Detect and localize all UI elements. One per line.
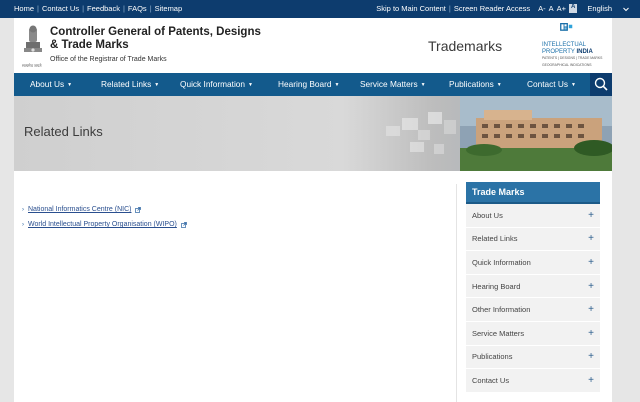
plus-icon: + bbox=[588, 351, 594, 363]
contact-us-link[interactable]: Contact Us bbox=[42, 4, 79, 13]
separator: | bbox=[37, 4, 39, 13]
sidebar-item-label: Quick Information bbox=[472, 257, 531, 267]
nav-label: Contact Us bbox=[527, 79, 569, 89]
separator: | bbox=[448, 4, 451, 13]
sidebar-item-label: Contact Us bbox=[472, 375, 510, 385]
ipi-small: PATENTS | DESIGNS | TRADE MARKS GEOGRAPH… bbox=[542, 56, 603, 67]
banner-title: Related Links bbox=[24, 124, 103, 139]
caret-down-icon: ▼ bbox=[496, 82, 502, 88]
nav-label: Related Links bbox=[101, 79, 152, 89]
separator: | bbox=[122, 4, 125, 13]
language-select[interactable]: English bbox=[587, 4, 612, 13]
separator: | bbox=[82, 4, 85, 13]
ipi-line2: PROPERTY bbox=[542, 48, 575, 55]
font-increase-button[interactable]: A+ bbox=[557, 4, 566, 13]
sidebar-item-other-information[interactable]: Other Information + bbox=[466, 298, 600, 322]
site-header: सत्यमेव जयते Controller General of Paten… bbox=[14, 18, 612, 73]
nav-item-related-links[interactable]: Related Links ▼ bbox=[101, 79, 159, 89]
nic-link[interactable]: National Informatics Centre (NIC) bbox=[28, 206, 131, 213]
plus-icon: + bbox=[588, 374, 594, 386]
sidebar-item-label: About Us bbox=[472, 210, 503, 220]
plus-icon: + bbox=[588, 304, 594, 316]
caret-down-icon: ▼ bbox=[154, 82, 160, 88]
main-nav: About Us ▼ Related Links ▼ Quick Informati… bbox=[14, 73, 612, 96]
nav-item-publications[interactable]: Publications ▼ bbox=[449, 79, 502, 89]
utility-links: Home | Contact Us | Feedback | FAQs | Sitema… bbox=[14, 4, 182, 13]
nav-item-about-us[interactable]: About Us ▼ bbox=[30, 79, 72, 89]
nav-label: Quick Information bbox=[180, 79, 246, 89]
external-link-icon bbox=[135, 206, 142, 213]
sidebar-item-publications[interactable]: Publications + bbox=[466, 345, 600, 370]
page-banner: Related Links bbox=[14, 96, 612, 171]
font-normal-button[interactable]: A bbox=[549, 4, 554, 13]
contrast-button[interactable]: A bbox=[569, 4, 578, 13]
external-link-icon bbox=[181, 221, 187, 228]
nav-item-contact-us[interactable]: Contact Us ▼ bbox=[527, 79, 576, 89]
sidebar-item-service-matters[interactable]: Service Matters + bbox=[466, 321, 600, 346]
nav-label: Publications bbox=[449, 79, 494, 89]
screen-reader-link[interactable]: Screen Reader Access bbox=[454, 4, 530, 13]
faqs-link[interactable]: FAQs bbox=[128, 4, 147, 13]
separator: | bbox=[149, 4, 152, 13]
related-links-list: › National Informatics Centre (NIC) › Wo… bbox=[22, 202, 187, 232]
caret-down-icon: ▼ bbox=[571, 82, 576, 88]
caret-down-icon: ▼ bbox=[420, 82, 426, 88]
ipi-line1: INTELLECTUAL bbox=[542, 42, 587, 48]
ip-india-logo-icon bbox=[560, 23, 573, 31]
caret-down-icon: ▼ bbox=[334, 82, 340, 88]
sidebar-item-label: Service Matters bbox=[472, 328, 525, 338]
org-title[interactable]: Controller General of Patents, Designs &… bbox=[50, 26, 270, 52]
chevron-right-icon: › bbox=[22, 221, 24, 228]
font-size-controls: A- A A+ A bbox=[538, 4, 578, 13]
ipi-line3: INDIA bbox=[576, 48, 593, 55]
section-heading: Trademarks bbox=[428, 38, 503, 54]
home-link[interactable]: Home bbox=[14, 4, 34, 13]
wipo-link[interactable]: World Intellectual Property Organisation… bbox=[28, 221, 177, 228]
column-divider bbox=[456, 184, 457, 402]
sidebar-item-label: Other Information bbox=[472, 305, 531, 315]
nav-item-service-matters[interactable]: Service Matters ▼ bbox=[360, 79, 426, 89]
plus-icon: + bbox=[588, 233, 594, 245]
accessibility-links: Skip to Main Content | Screen Reader Acce… bbox=[376, 4, 629, 13]
utility-bar: Home | Contact Us | Feedback | FAQs | Sitema… bbox=[0, 0, 640, 18]
sidebar-item-label: Hearing Board bbox=[472, 281, 521, 291]
caret-down-icon: ▼ bbox=[248, 82, 253, 88]
sitemap-link[interactable]: Sitemap bbox=[155, 4, 183, 13]
national-emblem-icon bbox=[24, 25, 42, 52]
sidebar-item-about-us[interactable]: About Us + bbox=[466, 204, 600, 228]
sidebar-item-label: Related Links bbox=[472, 234, 518, 244]
page-container: सत्यमेव जयते Controller General of Paten… bbox=[14, 18, 612, 402]
sidebar: Trade Marks About Us + Related Links + Qui… bbox=[466, 182, 600, 393]
search-icon bbox=[594, 77, 608, 91]
sidebar-item-contact-us[interactable]: Contact Us + bbox=[466, 369, 600, 393]
sidebar-item-quick-information[interactable]: Quick Information + bbox=[466, 251, 600, 275]
plus-icon: + bbox=[588, 327, 594, 339]
sidebar-item-hearing-board[interactable]: Hearing Board + bbox=[466, 274, 600, 299]
feedback-link[interactable]: Feedback bbox=[87, 4, 120, 13]
sidebar-item-label: Publications bbox=[472, 352, 513, 362]
ip-india-logo-text: INTELLECTUAL PROPERTY INDIA PATENTS | DE… bbox=[542, 42, 608, 68]
chevron-right-icon: › bbox=[22, 206, 24, 213]
org-subtitle: Office of the Registrar of Trade Marks bbox=[50, 56, 167, 63]
plus-icon: + bbox=[588, 209, 594, 221]
list-item: › World Intellectual Property Organisati… bbox=[22, 217, 187, 232]
nav-item-quick-information[interactable]: Quick Information ▼ bbox=[180, 79, 253, 89]
plus-icon: + bbox=[588, 280, 594, 292]
sidebar-item-related-links[interactable]: Related Links + bbox=[466, 227, 600, 252]
language-label: English bbox=[587, 4, 612, 13]
sidebar-heading: Trade Marks bbox=[466, 182, 600, 204]
caret-down-icon: ▼ bbox=[67, 82, 73, 88]
emblem-caption: सत्यमेव जयते bbox=[22, 63, 42, 68]
skip-to-main-link[interactable]: Skip to Main Content bbox=[376, 4, 446, 13]
font-decrease-button[interactable]: A- bbox=[538, 4, 546, 13]
nav-label: About Us bbox=[30, 79, 65, 89]
nav-label: Service Matters bbox=[360, 79, 418, 89]
building-photo-icon bbox=[386, 96, 612, 171]
nav-label: Hearing Board bbox=[278, 79, 332, 89]
nav-item-hearing-board[interactable]: Hearing Board ▼ bbox=[278, 79, 339, 89]
chevron-down-icon bbox=[623, 7, 629, 12]
plus-icon: + bbox=[588, 256, 594, 268]
search-button[interactable] bbox=[590, 73, 612, 96]
list-item: › National Informatics Centre (NIC) bbox=[22, 202, 187, 217]
